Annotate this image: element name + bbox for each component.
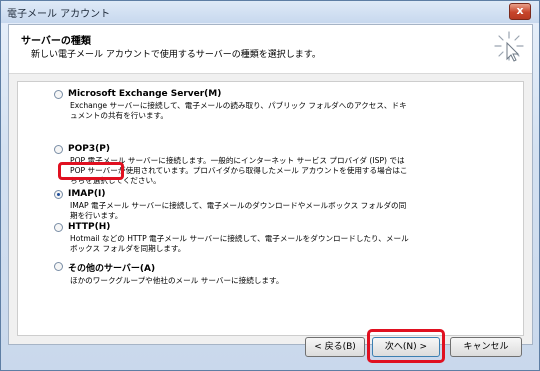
option-label: IMAP(I) <box>68 189 106 199</box>
wizard-content: サーバーの種類 新しい電子メール アカウントで使用するサーバーの種類を選択します… <box>8 24 533 345</box>
option-description: IMAP 電子メール サーバーに接続して、電子メールのダウンロードやメールボック… <box>70 201 407 220</box>
page-subtitle: 新しい電子メール アカウントで使用するサーバーの種類を選択します。 <box>31 50 321 60</box>
page-title: サーバーの種類 <box>21 36 91 47</box>
account-wizard-window: 電子メール アカウント x サーバーの種類 新しい電子メール アカウントで使用す… <box>0 0 540 371</box>
option-label: その他のサーバー(A) <box>68 264 156 274</box>
option-label: POP3(P) <box>68 144 110 154</box>
title-bar: 電子メール アカウント x <box>1 1 539 23</box>
imap-highlight-box <box>58 162 124 180</box>
wizard-header: サーバーの種類 新しい電子メール アカウントで使用するサーバーの種類を選択します… <box>9 25 532 74</box>
radio-imap[interactable] <box>54 190 63 199</box>
option-description: ほかのワークグループや他社のメール サーバーに接続します。 <box>70 276 284 285</box>
radio-other[interactable] <box>54 262 63 271</box>
option-label: HTTP(H) <box>68 222 111 232</box>
next-highlight-box <box>367 329 445 363</box>
option-exchange[interactable]: Microsoft Exchange Server(M) Exchange サー… <box>54 89 410 121</box>
option-label: Microsoft Exchange Server(M) <box>68 89 222 99</box>
back-button[interactable]: < 戻る(B) <box>305 337 365 357</box>
close-button[interactable]: x <box>509 3 531 20</box>
radio-pop3[interactable] <box>54 145 63 154</box>
cancel-button[interactable]: キャンセル <box>450 337 522 357</box>
option-description: Hotmail などの HTTP 電子メール サーバーに接続して、電子メールをダ… <box>70 234 409 253</box>
option-description: Exchange サーバーに接続して、電子メールの読み取り、パブリック フォルダ… <box>70 101 407 120</box>
wizard-sparkle-icon <box>494 31 524 62</box>
option-http[interactable]: HTTP(H) Hotmail などの HTTP 電子メール サーバーに接続して… <box>54 222 410 254</box>
radio-exchange[interactable] <box>54 90 63 99</box>
option-other[interactable]: その他のサーバー(A) ほかのワークグループや他社のメール サーバーに接続します… <box>54 261 410 286</box>
server-type-panel: Microsoft Exchange Server(M) Exchange サー… <box>17 81 524 336</box>
window-title: 電子メール アカウント <box>7 9 111 20</box>
radio-http[interactable] <box>54 223 63 232</box>
option-imap[interactable]: IMAP(I) IMAP 電子メール サーバーに接続して、電子メールのダウンロー… <box>54 189 410 221</box>
